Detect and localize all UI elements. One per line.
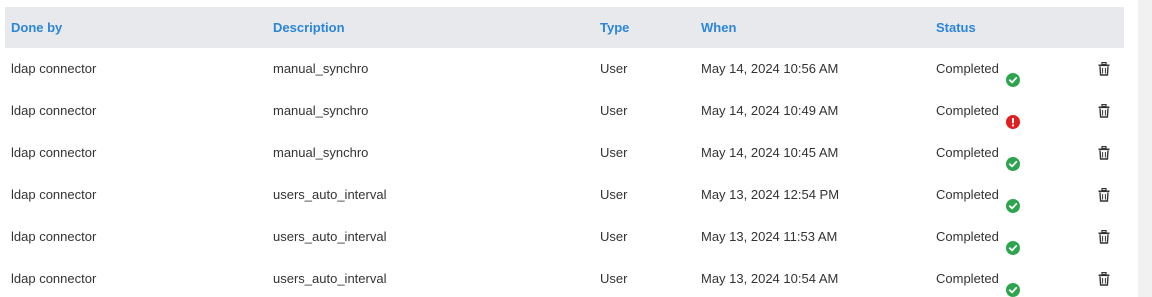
type-cell: User: [600, 271, 628, 286]
when-cell: May 13, 2024 10:54 AM: [701, 271, 839, 286]
check-circle-icon: [1005, 146, 1020, 171]
check-circle-icon: [1005, 230, 1020, 255]
row-actions: [1096, 174, 1112, 216]
trash-icon: [1098, 104, 1110, 118]
description-cell: manual_synchro: [273, 61, 369, 76]
delete-button[interactable]: [1096, 216, 1112, 258]
when-cell: May 13, 2024 11:53 AM: [701, 229, 838, 244]
done-by-cell: ldap connector: [11, 103, 97, 118]
column-header-description[interactable]: Description: [273, 7, 345, 48]
status-label: Completed: [936, 271, 999, 286]
type-cell: User: [600, 103, 628, 118]
description-cell: users_auto_interval: [273, 187, 387, 202]
check-circle-icon: [1005, 283, 1020, 297]
status-cell: Completed: [936, 90, 1020, 132]
status-label: Completed: [936, 103, 999, 118]
description-cell: manual_synchro: [273, 145, 369, 160]
check-circle-icon: [1005, 73, 1020, 87]
when-cell: May 13, 2024 12:54 PM: [701, 187, 840, 202]
table-row[interactable]: ldap connector manual_synchro User May 1…: [5, 132, 1124, 174]
check-circle-icon: [1005, 241, 1020, 255]
delete-button[interactable]: [1096, 132, 1112, 174]
done-by-cell: ldap connector: [11, 229, 97, 244]
audit-log-page: Done by Description Type When Status lda…: [0, 0, 1152, 297]
status-label: Completed: [936, 61, 999, 76]
check-circle-icon: [1005, 199, 1020, 213]
when-cell: May 14, 2024 10:49 AM: [701, 103, 839, 118]
row-actions: [1096, 258, 1112, 297]
check-circle-icon: [1005, 272, 1020, 297]
type-cell: User: [600, 145, 628, 160]
jobs-table: Done by Description Type When Status lda…: [5, 7, 1124, 297]
delete-button[interactable]: [1096, 174, 1112, 216]
column-header-when[interactable]: When: [701, 7, 736, 48]
trash-icon: [1098, 272, 1110, 286]
error-info-icon: [1005, 104, 1020, 129]
description-cell: manual_synchro: [273, 103, 369, 118]
row-actions: [1096, 132, 1112, 174]
delete-button[interactable]: [1096, 90, 1112, 132]
check-circle-icon: [1005, 188, 1020, 213]
row-actions: [1096, 90, 1112, 132]
trash-icon: [1098, 230, 1110, 244]
description-cell: users_auto_interval: [273, 229, 387, 244]
table-row[interactable]: ldap connector manual_synchro User May 1…: [5, 90, 1124, 132]
table-row[interactable]: ldap connector manual_synchro User May 1…: [5, 48, 1124, 90]
trash-icon: [1098, 146, 1110, 160]
table-body: ldap connector manual_synchro User May 1…: [5, 48, 1124, 297]
error-info-icon: [1005, 115, 1020, 129]
done-by-cell: ldap connector: [11, 271, 97, 286]
description-cell: users_auto_interval: [273, 271, 387, 286]
done-by-cell: ldap connector: [11, 61, 97, 76]
trash-icon: [1098, 62, 1110, 76]
status-cell: Completed: [936, 48, 1020, 90]
table-row[interactable]: ldap connector users_auto_interval User …: [5, 174, 1124, 216]
check-circle-icon: [1005, 62, 1020, 87]
delete-button[interactable]: [1096, 48, 1112, 90]
table-row[interactable]: ldap connector users_auto_interval User …: [5, 258, 1124, 297]
trash-icon: [1098, 188, 1110, 202]
status-cell: Completed: [936, 258, 1020, 297]
column-header-type[interactable]: Type: [600, 7, 629, 48]
column-header-done-by[interactable]: Done by: [11, 7, 62, 48]
type-cell: User: [600, 61, 628, 76]
when-cell: May 14, 2024 10:56 AM: [701, 61, 839, 76]
vertical-scrollbar[interactable]: [1138, 0, 1152, 297]
status-cell: Completed: [936, 174, 1020, 216]
row-actions: [1096, 216, 1112, 258]
delete-button[interactable]: [1096, 258, 1112, 297]
done-by-cell: ldap connector: [11, 145, 97, 160]
check-circle-icon: [1005, 157, 1020, 171]
row-actions: [1096, 48, 1112, 90]
table-header: Done by Description Type When Status: [5, 7, 1124, 48]
status-cell: Completed: [936, 216, 1020, 258]
status-label: Completed: [936, 145, 999, 160]
table-row[interactable]: ldap connector users_auto_interval User …: [5, 216, 1124, 258]
status-label: Completed: [936, 229, 999, 244]
type-cell: User: [600, 187, 628, 202]
status-cell: Completed: [936, 132, 1020, 174]
status-label: Completed: [936, 187, 999, 202]
done-by-cell: ldap connector: [11, 187, 97, 202]
column-header-status[interactable]: Status: [936, 7, 976, 48]
when-cell: May 14, 2024 10:45 AM: [701, 145, 839, 160]
type-cell: User: [600, 229, 628, 244]
